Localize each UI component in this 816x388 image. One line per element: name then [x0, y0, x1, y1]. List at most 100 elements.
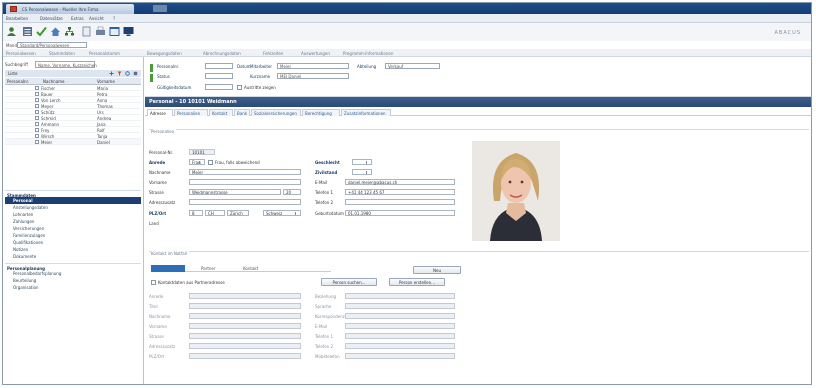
plz-input[interactable]: 8	[189, 210, 203, 216]
emergency-right-input[interactable]	[345, 353, 455, 359]
ort-input[interactable]: Zürich	[227, 210, 249, 216]
menu-item-extras[interactable]: Extras	[71, 16, 84, 21]
tel1-input[interactable]: +41 44 123 45 67	[345, 189, 455, 195]
nav-item[interactable]: Personalbedarfsplanung	[5, 270, 141, 277]
nav-group[interactable]: Personalplanung	[5, 263, 141, 271]
window-tab-secondary[interactable]	[153, 5, 167, 12]
table-row[interactable]: Meier Daniel	[5, 139, 141, 145]
land-input[interactable]: CH	[205, 210, 225, 216]
strasse-input[interactable]: Weidmannstrasse	[189, 189, 281, 195]
austritte-checkbox[interactable]	[237, 85, 242, 90]
emergency-right-input[interactable]	[345, 303, 455, 309]
row-checkbox[interactable]	[35, 86, 39, 90]
breadcrumb-item[interactable]: Programm-Informationen	[343, 51, 393, 56]
emergency-left-input[interactable]	[189, 313, 301, 319]
tab-kontakt-person[interactable]: Kontakt	[241, 265, 271, 272]
search-person-button[interactable]: Person suchen...	[321, 278, 377, 286]
menu-item-help[interactable]: ?	[113, 16, 115, 21]
user-icon[interactable]	[6, 26, 17, 37]
kurzname-input[interactable]: MEI Daniel	[277, 73, 349, 79]
nav-item[interactable]: Beurteilung	[5, 277, 141, 284]
emergency-left-input[interactable]	[189, 353, 301, 359]
emergency-left-input[interactable]	[189, 343, 301, 349]
anrede-checkbox[interactable]	[208, 160, 213, 165]
vorname-input[interactable]	[189, 179, 301, 185]
gueltig-input[interactable]	[205, 84, 233, 90]
nav-item[interactable]: Anstellungsdaten	[5, 204, 141, 211]
row-checkbox[interactable]	[35, 134, 39, 138]
nav-item[interactable]: Organisation	[5, 284, 141, 291]
emergency-right-input[interactable]	[345, 293, 455, 299]
mitarbeiter-input[interactable]: Meier	[277, 63, 349, 69]
hausnr-input[interactable]: 20	[283, 189, 301, 195]
row-checkbox[interactable]	[35, 128, 39, 132]
row-checkbox[interactable]	[35, 140, 39, 144]
partner-address-checkbox[interactable]	[151, 280, 156, 285]
row-checkbox[interactable]	[35, 92, 39, 96]
emergency-right-input[interactable]	[345, 313, 455, 319]
document-icon[interactable]	[81, 26, 92, 37]
emergency-right-input[interactable]	[345, 323, 455, 329]
personalnr-input[interactable]	[205, 63, 233, 69]
settings-icon[interactable]	[133, 71, 138, 76]
tab-sozialversicherungen[interactable]: Sozialversicherungen	[251, 109, 301, 116]
kanton-select[interactable]: Schweiz	[263, 210, 301, 216]
column-header[interactable]: Personalnr.	[7, 79, 29, 84]
geburtsdatum-input[interactable]: 01.01.1980	[345, 210, 455, 216]
row-checkbox[interactable]	[35, 116, 39, 120]
breadcrumb-item[interactable]: Bewegungsdaten	[147, 51, 182, 56]
row-checkbox[interactable]	[35, 104, 39, 108]
add-icon[interactable]	[109, 71, 114, 76]
geschlecht-select[interactable]	[352, 159, 372, 165]
breadcrumb-item[interactable]: Stammdaten	[49, 51, 75, 56]
email-input[interactable]: daniel.meier@abacus.ch	[345, 179, 455, 185]
create-person-button[interactable]: Person erstellen...	[389, 278, 445, 286]
checkmark-icon[interactable]	[36, 26, 47, 37]
status-input[interactable]	[205, 73, 233, 79]
tab-contact-active[interactable]	[151, 265, 185, 272]
abteilung-input[interactable]: Verkauf	[385, 63, 440, 69]
row-checkbox[interactable]	[35, 122, 39, 126]
tab-partner[interactable]: Partner	[199, 265, 229, 272]
nav-group[interactable]: Stammdaten	[5, 190, 141, 198]
nav-item[interactable]: Lohnarten	[5, 211, 141, 218]
menu-item-ansicht[interactable]: Ansicht	[89, 16, 104, 21]
breadcrumb-item[interactable]: Personalstamm	[89, 51, 120, 56]
zusatz-input[interactable]	[189, 199, 301, 205]
print-icon[interactable]	[95, 26, 106, 37]
nav-item[interactable]: Zahlungen	[5, 218, 141, 225]
search-input[interactable]: Name, Vorname, Kurzzeichen	[35, 61, 97, 68]
emergency-left-input[interactable]	[189, 303, 301, 309]
emergency-left-input[interactable]	[189, 323, 301, 329]
tab-kontakt[interactable]: Kontakt	[209, 109, 233, 116]
nav-item[interactable]: Notizen	[5, 246, 141, 253]
breadcrumb-item[interactable]: Auswertungen	[301, 51, 330, 56]
address-input[interactable]: Standard/Personalwesen	[17, 42, 87, 48]
list-icon[interactable]	[22, 26, 33, 37]
emergency-right-input[interactable]	[345, 343, 455, 349]
new-contact-button[interactable]: Neu	[413, 266, 461, 274]
emergency-left-input[interactable]	[189, 293, 301, 299]
column-header[interactable]: Nachname	[43, 79, 65, 84]
tab-berechtigung[interactable]: Berechtigung	[302, 109, 340, 116]
column-header[interactable]: Vorname	[97, 79, 115, 84]
zivil-select[interactable]	[352, 169, 372, 175]
nav-item[interactable]: Versicherungen	[5, 225, 141, 232]
breadcrumb-item[interactable]: Fehlzeiten	[263, 51, 283, 56]
breadcrumb-item[interactable]: Personalwesen	[6, 51, 36, 56]
tab-bank[interactable]: Bank	[234, 109, 250, 116]
nav-item[interactable]: Qualifikationen	[5, 239, 141, 246]
window-icon[interactable]	[109, 26, 120, 37]
refresh-icon[interactable]	[125, 71, 130, 76]
tab-zusatzinformationen[interactable]: Zusatzinformationen	[341, 109, 391, 116]
anrede-select[interactable]: Frau	[189, 159, 205, 165]
tab-adresse[interactable]: Adresse	[147, 109, 173, 116]
home-icon[interactable]	[50, 26, 61, 37]
monitor-icon[interactable]	[123, 26, 134, 37]
nav-item[interactable]: Familienzulagen	[5, 232, 141, 239]
emergency-left-input[interactable]	[189, 333, 301, 339]
tel2-input[interactable]	[345, 199, 455, 205]
row-checkbox[interactable]	[35, 98, 39, 102]
filter-icon[interactable]	[117, 71, 122, 76]
window-tab[interactable]: CS Personalwesen - Mueller Ihre Firma	[6, 4, 134, 14]
